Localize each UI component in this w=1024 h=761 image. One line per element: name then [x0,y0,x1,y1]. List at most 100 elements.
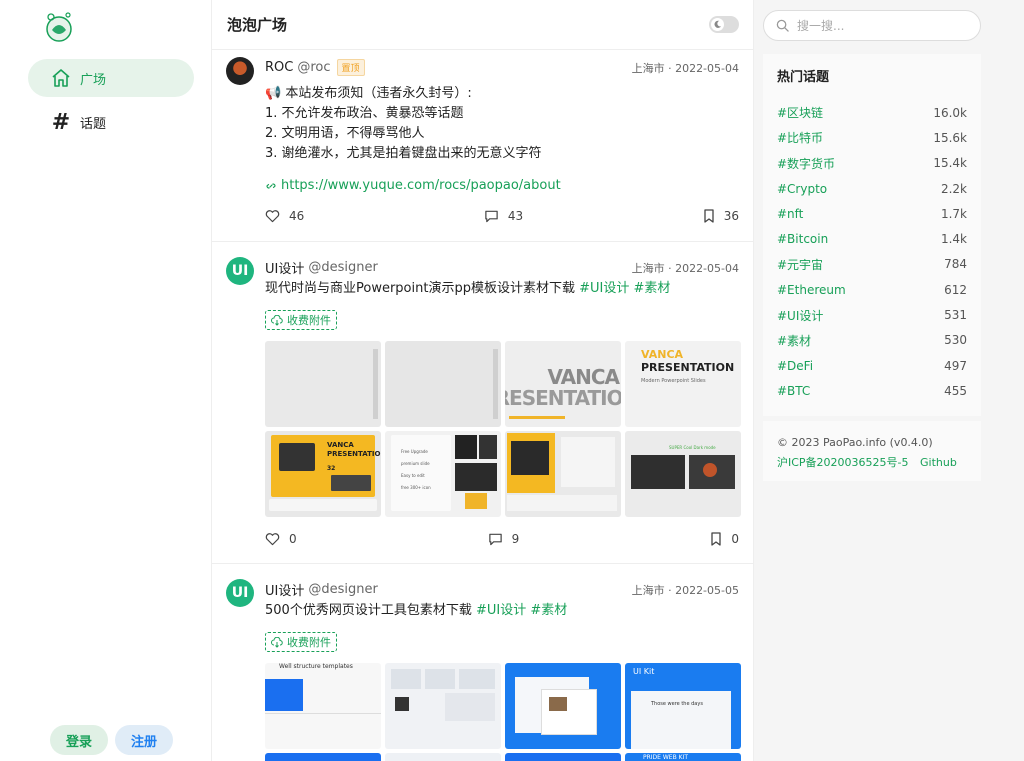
topic-row[interactable]: #nft 1.7k [777,201,967,226]
paid-attachment-button[interactable]: 收费附件 [265,632,337,652]
nav-item-topics[interactable]: # 话题 [28,103,194,141]
topic-count: 2.2k [940,181,967,196]
post-author[interactable]: UI设计 [265,258,304,277]
image-thumb[interactable]: VANCA PRESENTATION 32 [265,431,381,517]
topic-row[interactable]: #Bitcoin 1.4k [777,226,967,251]
post-text: 500个优秀网页设计工具包素材下载 [265,603,472,618]
topic-name[interactable]: #元宇宙 [777,256,823,273]
post-content: 500个优秀网页设计工具包素材下载 #UI设计 #素材 [265,601,739,621]
post-handle: @designer [308,582,378,597]
logo[interactable] [42,10,76,42]
github-link[interactable]: Github [920,456,957,469]
topic-count: 455 [944,383,967,398]
paid-attachment-button[interactable]: 收费附件 [265,310,337,330]
theme-toggle[interactable] [709,16,739,33]
image-thumb[interactable] [265,753,381,761]
post-tag[interactable]: #素材 [530,603,567,618]
post-tag[interactable]: #素材 [634,281,671,296]
feed-header: 泡泡广场 [212,0,753,50]
post-content: 📢 本站发布须知（违者永久封号）: 1. 不允许发布政治、黄暴恐等话题 2. 文… [265,84,739,164]
post-handle: @designer [308,260,378,275]
post-author[interactable]: UI设计 [265,580,304,599]
post-tag[interactable]: #UI设计 [476,603,526,618]
topic-row[interactable]: #Ethereum 612 [777,277,967,302]
topic-row[interactable]: #数字货币 15.4k [777,151,967,176]
image-thumb[interactable] [385,753,501,761]
post-item[interactable]: UI UI设计 @designer 上海市 · 2022-05-04 现代时尚与… [212,242,753,564]
thumb-text: Well structure templates [279,663,353,670]
topic-row[interactable]: #UI设计 531 [777,302,967,327]
topic-name[interactable]: #区块链 [777,104,823,121]
post-line: 3. 谢绝灌水，尤其是拍着键盘出来的无意义字符 [265,146,542,161]
image-thumb[interactable] [505,431,621,517]
topic-count: 612 [944,282,967,297]
image-thumb[interactable]: UI Kit Those were the days [625,663,741,749]
topic-name[interactable]: #nft [777,207,803,221]
image-grid: Well structure templates UI Kit Those we… [265,663,741,749]
image-thumb[interactable]: VANCA PRESENTATION Modern Powerpoint Sli… [625,341,741,427]
avatar[interactable] [226,57,254,85]
topic-name[interactable]: #比特币 [777,129,823,146]
like-count: 0 [289,532,297,546]
avatar[interactable]: UI [226,257,254,285]
nav-item-plaza[interactable]: 广场 [28,59,194,97]
image-thumb[interactable]: Well structure templates [265,663,381,749]
topic-name[interactable]: #BTC [777,384,810,398]
cloud-download-icon [271,636,283,648]
image-thumb[interactable] [265,341,381,427]
topic-count: 784 [944,257,967,272]
image-grid-row2: PRIDE WEB KIT [265,753,741,761]
topic-name[interactable]: #Bitcoin [777,232,828,246]
image-thumb[interactable]: SUPER Cool Dark mode [625,431,741,517]
post-link[interactable]: https://www.yuque.com/rocs/paopao/about [281,176,561,196]
topic-row[interactable]: #Crypto 2.2k [777,176,967,201]
post-author[interactable]: ROC [265,60,293,75]
comment-button[interactable]: 9 [488,532,519,546]
image-thumb[interactable] [385,341,501,427]
comment-button[interactable]: 43 [484,209,523,223]
topic-name[interactable]: #数字货币 [777,155,835,172]
topic-row[interactable]: #DeFi 497 [777,353,967,378]
topic-count: 530 [944,333,967,348]
topic-name[interactable]: #素材 [777,332,811,349]
image-thumb[interactable]: Free Upgrade premium slide Easy to edit … [385,431,501,517]
image-thumb[interactable]: VANCA PRESENTATION [505,341,621,427]
post-actions: 46 43 36 [265,209,739,223]
search-input[interactable]: 搜一搜... [763,10,981,41]
like-button[interactable]: 46 [265,209,304,223]
topic-row[interactable]: #素材 530 [777,328,967,353]
collect-button[interactable]: 36 [703,209,739,223]
post-item[interactable]: UI UI设计 @designer 上海市 · 2022-05-05 500个优… [212,564,753,761]
thumb-text: UI Kit [633,667,655,676]
topic-name[interactable]: #Crypto [777,182,827,196]
topic-name[interactable]: #Ethereum [777,283,846,297]
image-thumb[interactable] [505,663,621,749]
login-button[interactable]: 登录 [50,725,108,755]
post-header: UI设计 @designer 上海市 · 2022-05-05 [265,580,739,599]
hash-icon: # [51,109,71,135]
hot-topics-title: 热门话题 [777,70,830,85]
thumb-text: Modern Powerpoint Slides [641,378,706,384]
avatar[interactable]: UI [226,579,254,607]
topic-name[interactable]: #UI设计 [777,307,823,324]
home-icon [50,67,72,89]
moon-icon [711,18,724,31]
image-thumb[interactable] [505,753,621,761]
like-button[interactable]: 0 [265,532,297,546]
post-text: 现代时尚与商业Powerpoint演示pp模板设计素材下载 [265,281,575,296]
icp-link[interactable]: 沪ICP备2020036525号-5 [777,456,909,469]
post-meta: 上海市 · 2022-05-04 [631,261,739,275]
topic-count: 531 [944,308,967,323]
image-thumb[interactable] [385,663,501,749]
topic-row[interactable]: #BTC 455 [777,378,967,403]
topic-row[interactable]: #元宇宙 784 [777,252,967,277]
post-item[interactable]: ROC @roc 置顶 上海市 · 2022-05-04 📢 本站发布须知（违者… [212,51,753,242]
collect-button[interactable]: 0 [710,532,739,546]
image-thumb[interactable]: PRIDE WEB KIT [625,753,741,761]
register-button[interactable]: 注册 [115,725,173,755]
topic-row[interactable]: #区块链 16.0k [777,100,967,125]
post-tag[interactable]: #UI设计 [579,281,629,296]
topic-name[interactable]: #DeFi [777,359,813,373]
topic-row[interactable]: #比特币 15.6k [777,125,967,150]
thumb-text: PRIDE WEB KIT [643,754,688,761]
